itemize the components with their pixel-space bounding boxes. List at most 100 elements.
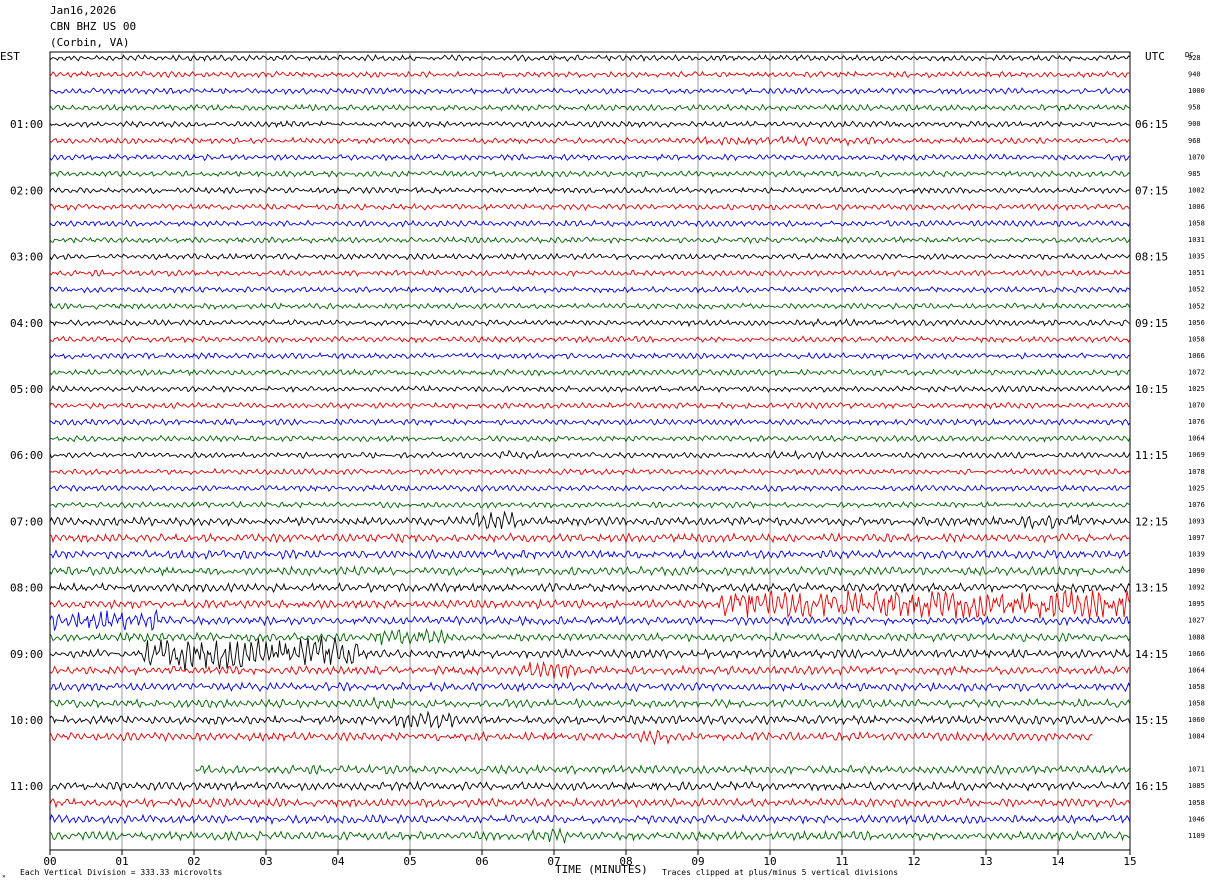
dc-offset-label: 1058 bbox=[1188, 799, 1205, 807]
seismic-trace-1 bbox=[49, 70, 1131, 79]
dc-offset-label: 1070 bbox=[1188, 402, 1205, 410]
left-time-label: 03:00 bbox=[10, 251, 43, 264]
dc-offset-label: 1076 bbox=[1188, 418, 1205, 426]
left-time-label: 09:00 bbox=[10, 648, 43, 661]
seismic-trace-17 bbox=[49, 335, 1131, 344]
dc-offset-label: 1071 bbox=[1188, 766, 1205, 774]
left-time-label: 02:00 bbox=[10, 184, 43, 197]
seismic-trace-45 bbox=[49, 797, 1131, 809]
dc-offset-label: 1060 bbox=[1188, 716, 1205, 724]
seismic-trace-33 bbox=[49, 589, 1131, 619]
right-time-label: 08:15 bbox=[1135, 251, 1168, 264]
dc-offset-label: 1072 bbox=[1188, 368, 1205, 376]
seismic-trace-18 bbox=[49, 351, 1131, 361]
dc-offset-label: 1052 bbox=[1188, 286, 1205, 294]
seismic-trace-7 bbox=[49, 169, 1131, 178]
dc-header-label: DC bbox=[1185, 51, 1193, 59]
x-tick-label: 14 bbox=[1051, 855, 1065, 868]
x-tick-label: 06 bbox=[475, 855, 488, 868]
x-tick-label: 13 bbox=[979, 855, 992, 868]
right-time-label: 13:15 bbox=[1135, 582, 1168, 595]
seismic-trace-44 bbox=[49, 780, 1131, 793]
left-time-label: 06:00 bbox=[10, 449, 43, 462]
dc-offset-label: 1090 bbox=[1188, 567, 1205, 575]
seismic-trace-28 bbox=[49, 510, 1131, 530]
seismic-trace-13 bbox=[49, 269, 1131, 278]
seismic-trace-29 bbox=[49, 531, 1131, 544]
dc-offset-label: 958 bbox=[1188, 104, 1201, 112]
right-timezone-label: UTC bbox=[1145, 50, 1165, 63]
dc-offset-label: 1058 bbox=[1188, 683, 1205, 691]
seismic-trace-9 bbox=[49, 202, 1130, 212]
plot-traces bbox=[49, 54, 1131, 844]
dc-offset-label: 1066 bbox=[1188, 650, 1205, 658]
x-tick-label: 09 bbox=[691, 855, 704, 868]
dc-offset-label: 940 bbox=[1188, 71, 1201, 79]
dc-offset-label: 1076 bbox=[1188, 501, 1205, 509]
right-time-label: 12:15 bbox=[1135, 515, 1168, 528]
left-time-label: 05:00 bbox=[10, 383, 43, 396]
dc-offset-label: 968 bbox=[1188, 137, 1201, 145]
dc-offset-label: 1025 bbox=[1188, 385, 1205, 393]
dc-offset-label: 1002 bbox=[1188, 186, 1205, 194]
seismic-trace-14 bbox=[49, 285, 1131, 294]
dc-offset-label: 1069 bbox=[1188, 451, 1205, 459]
right-time-label: 09:15 bbox=[1135, 317, 1168, 330]
seismic-trace-3 bbox=[49, 103, 1131, 112]
right-time-label: 10:15 bbox=[1135, 383, 1168, 396]
seismic-trace-16 bbox=[49, 317, 1131, 328]
seismic-trace-22 bbox=[49, 417, 1131, 427]
seismic-trace-12 bbox=[49, 252, 1131, 261]
seismic-trace-25 bbox=[49, 467, 1131, 476]
dc-offset-label: 1027 bbox=[1188, 617, 1205, 625]
right-time-label: 07:15 bbox=[1135, 184, 1168, 197]
x-tick-label: 11 bbox=[835, 855, 848, 868]
seismic-trace-27 bbox=[49, 500, 1131, 509]
dc-offset-label: 1031 bbox=[1188, 236, 1205, 244]
dc-offset-label: 1070 bbox=[1188, 153, 1205, 161]
left-time-label: 07:00 bbox=[10, 515, 43, 528]
dc-offset-label: 1097 bbox=[1188, 534, 1205, 542]
dc-offset-label: 1039 bbox=[1188, 551, 1205, 559]
seismic-trace-20 bbox=[49, 384, 1131, 394]
seismic-trace-23 bbox=[49, 434, 1131, 443]
dc-offset-label: 1000 bbox=[1188, 87, 1205, 95]
seismic-trace-5 bbox=[49, 134, 1131, 147]
seismic-trace-40 bbox=[49, 710, 1131, 729]
seismic-trace-2 bbox=[49, 86, 1131, 96]
left-time-label: 01:00 bbox=[10, 118, 43, 131]
left-time-label: 08:00 bbox=[10, 582, 43, 595]
seismic-trace-38 bbox=[49, 681, 1131, 693]
seismic-trace-41 bbox=[49, 729, 1093, 746]
seismic-trace-30 bbox=[50, 548, 1131, 561]
seismic-trace-6 bbox=[49, 153, 1131, 162]
seismic-trace-11 bbox=[49, 235, 1131, 245]
seismic-trace-0 bbox=[49, 54, 1131, 63]
dc-offset-label: 1064 bbox=[1188, 666, 1205, 674]
x-tick-label: 05 bbox=[403, 855, 416, 868]
dc-offset-label: 1052 bbox=[1188, 302, 1205, 310]
dc-offset-label: 1006 bbox=[1188, 203, 1205, 211]
seismic-trace-39 bbox=[49, 697, 1131, 710]
right-time-label: 15:15 bbox=[1135, 714, 1168, 727]
dc-offset-label: 1066 bbox=[1188, 352, 1205, 360]
dc-offset-label: 1058 bbox=[1188, 699, 1205, 707]
seismic-trace-8 bbox=[49, 186, 1131, 195]
right-time-label: 14:15 bbox=[1135, 648, 1168, 661]
dc-offset-label: 1051 bbox=[1188, 269, 1205, 277]
x-axis-title: TIME (MINUTES) bbox=[555, 863, 648, 876]
seismic-trace-46 bbox=[49, 813, 1131, 826]
scale-note: Each Vertical Division = 333.33 microvol… bbox=[20, 868, 222, 877]
dc-offset-label: 1035 bbox=[1188, 253, 1205, 261]
seismic-trace-19 bbox=[49, 368, 1131, 377]
seismic-trace-43 bbox=[195, 763, 1131, 776]
dc-offset-label: 1095 bbox=[1188, 600, 1205, 608]
seismic-trace-26 bbox=[49, 484, 1131, 493]
dc-offset-label: 1109 bbox=[1188, 832, 1205, 840]
left-time-label: 04:00 bbox=[10, 317, 43, 330]
seismic-trace-31 bbox=[49, 565, 1131, 578]
dc-offset-label: 1046 bbox=[1188, 815, 1205, 823]
dc-offset-label: 1085 bbox=[1188, 782, 1205, 790]
dc-offset-label: 985 bbox=[1188, 170, 1201, 178]
x-tick-label: 10 bbox=[763, 855, 776, 868]
